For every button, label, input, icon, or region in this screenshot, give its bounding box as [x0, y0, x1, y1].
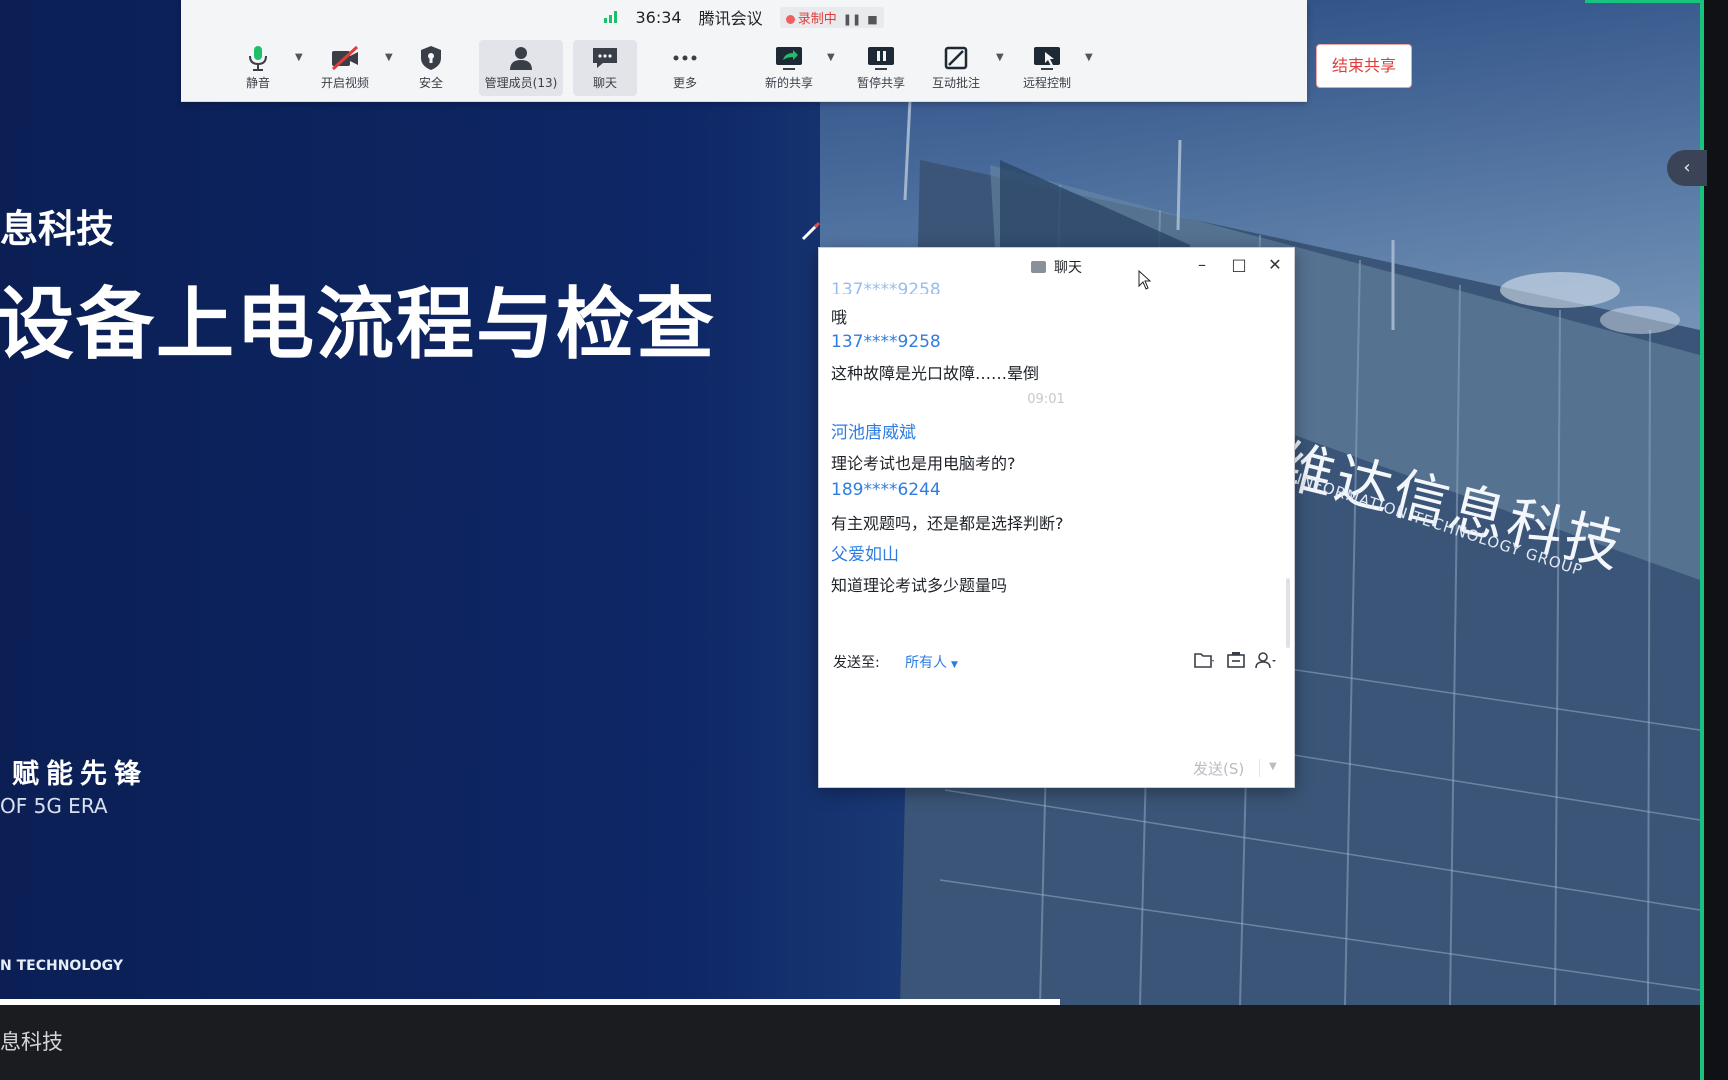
chat-window: 聊天 – □ ✕ 137****9258 哦 137****9258 这种故障是… — [818, 247, 1295, 788]
slide-company-name: 息科技 — [0, 207, 115, 251]
more-button[interactable]: 更多 — [661, 40, 709, 96]
mute-button[interactable]: 静音 — [233, 40, 283, 96]
screen: 息科技 设备上电流程与检查 赋能先锋 OF 5G ERA N TECHNOLOG… — [0, 0, 1728, 1080]
message-sender-partial: 137****9258 — [831, 280, 941, 294]
pause-recording-icon[interactable]: ❚❚ — [843, 13, 861, 26]
chat-label: 聊天 — [592, 76, 617, 90]
message-text: 有主观题吗，还是都是选择判断? — [831, 514, 1064, 533]
slide-slogan-en: OF 5G ERA — [0, 794, 108, 818]
annotation-pen-icon[interactable] — [800, 220, 822, 242]
annotate-button[interactable]: 互动批注 — [924, 40, 988, 96]
microphone-icon — [249, 46, 267, 71]
meeting-timer: 36:34 — [635, 7, 682, 27]
send-divider — [1259, 759, 1260, 777]
remote-control-icon — [1034, 47, 1060, 70]
chat-button[interactable]: 聊天 — [573, 40, 637, 96]
chat-icon — [593, 48, 617, 68]
remote-control-button[interactable]: 远程控制 — [1015, 40, 1079, 96]
message-scrollbar[interactable] — [1286, 578, 1290, 648]
share-options-caret-icon[interactable]: ▼ — [827, 52, 835, 63]
slide-slogan: 赋能先锋 — [12, 759, 148, 790]
message-sender[interactable]: 137****9258 — [831, 332, 941, 352]
message-input[interactable] — [829, 680, 1284, 750]
message-text: 知道理论考试多少题量吗 — [831, 576, 1008, 595]
message-sender[interactable]: 189****6244 — [831, 480, 941, 500]
more-label: 更多 — [672, 76, 697, 90]
recording-dot-icon — [785, 14, 795, 24]
more-icon — [673, 55, 697, 61]
audio-options-caret-icon[interactable]: ▼ — [295, 52, 303, 63]
message-text: 哦 — [831, 308, 848, 327]
send-to-label: 发送至: — [833, 655, 880, 671]
slide-footer-text: N TECHNOLOGY — [0, 958, 123, 974]
stop-recording-icon[interactable]: ■ — [867, 13, 877, 26]
close-button[interactable]: ✕ — [1264, 254, 1286, 276]
manage-members-label: 管理成员(13) — [484, 76, 558, 90]
message-text: 理论考试也是用电脑考的? — [831, 454, 1016, 473]
signal-icon — [604, 11, 618, 23]
minimize-button[interactable]: – — [1191, 254, 1213, 276]
annotate-label: 互动批注 — [931, 76, 980, 90]
pause-share-button[interactable]: 暂停共享 — [850, 40, 912, 96]
slide-bottom-bar: 息科技 — [0, 1005, 1700, 1080]
security-button[interactable]: 安全 — [411, 40, 451, 96]
message-time-divider: 09:01 — [1027, 392, 1065, 407]
mute-label: 静音 — [245, 76, 270, 90]
end-share-button[interactable]: 结束共享 — [1316, 44, 1412, 88]
shield-icon — [421, 46, 441, 70]
chevron-down-icon: ▼ — [951, 660, 958, 670]
message-sender[interactable]: 河池唐威斌 — [831, 418, 916, 443]
recording-label: 录制中 — [797, 11, 837, 27]
file-icon[interactable] — [1193, 651, 1215, 669]
pause-share-label: 暂停共享 — [856, 76, 905, 90]
message-sender[interactable]: 父爱如山 — [831, 540, 899, 565]
slide-title: 设备上电流程与检查 — [0, 280, 717, 370]
video-off-icon — [331, 45, 359, 71]
video-options-caret-icon[interactable]: ▼ — [385, 52, 393, 63]
annotate-icon — [944, 46, 968, 70]
recording-status[interactable]: 录制中 ❚❚ ■ — [779, 6, 884, 28]
remote-options-caret-icon[interactable]: ▼ — [1085, 52, 1093, 63]
chat-titlebar[interactable]: 聊天 – □ ✕ — [819, 248, 1294, 290]
app-name: 腾讯会议 — [698, 9, 763, 28]
message-text: 这种故障是光口故障……晕倒 — [831, 364, 1040, 383]
footer-logo-text: 息科技 — [0, 1030, 63, 1054]
start-video-label: 开启视频 — [320, 76, 369, 90]
send-options-caret-icon[interactable]: ▼ — [1269, 761, 1277, 772]
send-button[interactable]: 发送(S) — [1193, 758, 1244, 779]
mention-user-icon[interactable] — [1255, 651, 1277, 669]
pause-share-icon — [868, 47, 894, 70]
remote-control-label: 远程控制 — [1022, 76, 1071, 90]
chat-window-icon — [1031, 261, 1046, 273]
members-icon — [510, 47, 532, 70]
send-target-row: 发送至: 所有人 ▼ — [833, 647, 1283, 675]
manage-members-button[interactable]: 管理成员(13) — [479, 40, 563, 96]
recipient-value: 所有人 — [905, 655, 947, 671]
annotate-options-caret-icon[interactable]: ▼ — [996, 52, 1004, 63]
chat-title-text: 聊天 — [1054, 260, 1082, 276]
recipient-select[interactable]: 所有人 ▼ — [905, 652, 958, 672]
new-share-button[interactable]: 新的共享 — [758, 40, 820, 96]
maximize-button[interactable]: □ — [1228, 254, 1250, 276]
collapse-panel-button[interactable]: ‹ — [1667, 150, 1707, 186]
new-share-label: 新的共享 — [764, 76, 813, 90]
chat-title: 聊天 — [819, 257, 1294, 277]
meeting-toolbar: 36:34 腾讯会议 录制中 ❚❚ ■ 静音 ▼ 开启视频 ▼ 安全 管理成员(… — [181, 0, 1412, 102]
screenshot-icon[interactable] — [1225, 651, 1247, 669]
meeting-status-row: 36:34 腾讯会议 录制中 ❚❚ ■ — [181, 5, 1307, 31]
security-label: 安全 — [418, 76, 443, 90]
share-frame-corner — [1585, 0, 1704, 3]
share-screen-icon — [776, 47, 802, 70]
mouse-cursor-icon — [1138, 270, 1152, 290]
start-video-button[interactable]: 开启视频 — [313, 40, 377, 96]
